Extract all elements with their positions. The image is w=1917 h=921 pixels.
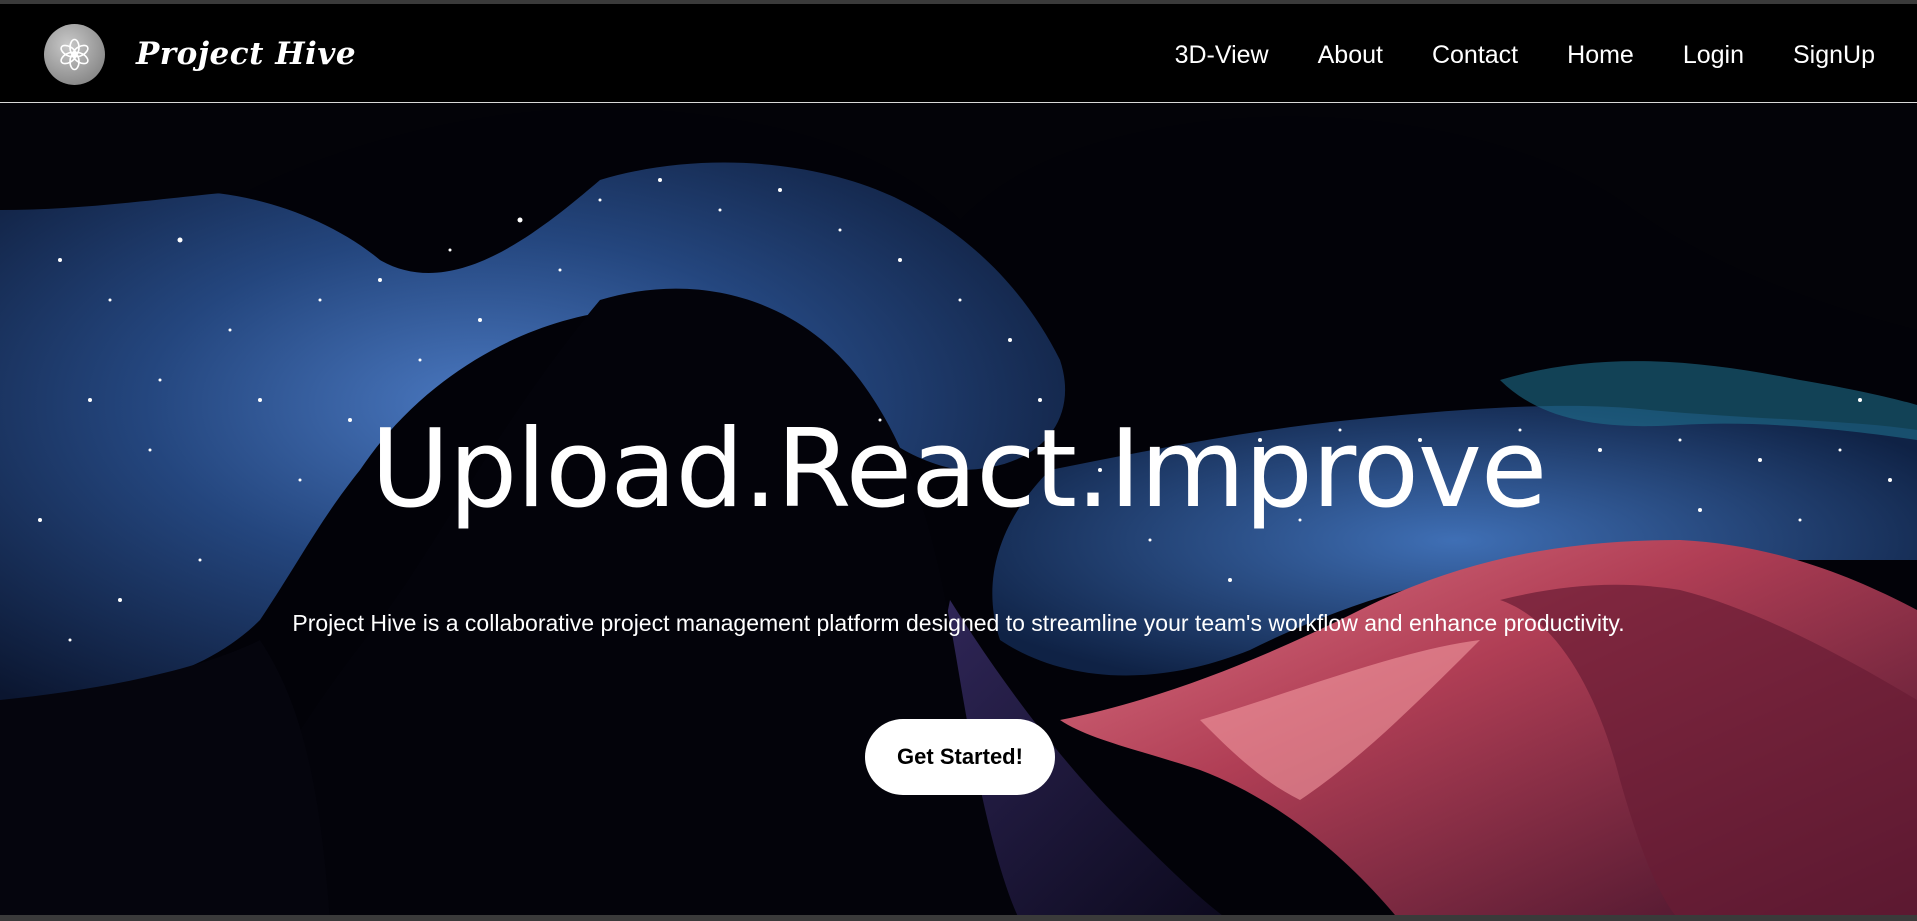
- nav-links: 3D-View About Contact Home Login SignUp: [1175, 38, 1875, 72]
- nav-link-3d-view[interactable]: 3D-View: [1175, 38, 1269, 72]
- nav-link-signup[interactable]: SignUp: [1793, 38, 1875, 72]
- brand-name[interactable]: Project Hive: [136, 30, 356, 78]
- nav-link-login[interactable]: Login: [1683, 38, 1744, 72]
- get-started-button[interactable]: Get Started!: [865, 719, 1055, 795]
- hero-subtitle: Project Hive is a collaborative project …: [292, 610, 1625, 636]
- landing-page: Project Hive 3D-View About Contact Home …: [0, 0, 1917, 921]
- flower-icon: [60, 38, 89, 71]
- nav-link-home[interactable]: Home: [1567, 38, 1634, 72]
- nav-link-contact[interactable]: Contact: [1432, 38, 1518, 72]
- bottom-border: [0, 915, 1917, 921]
- navbar: Project Hive 3D-View About Contact Home …: [0, 4, 1917, 103]
- hero-headline: Upload.React.Improve: [370, 407, 1548, 532]
- logo[interactable]: [44, 24, 105, 85]
- nav-link-about[interactable]: About: [1318, 38, 1383, 72]
